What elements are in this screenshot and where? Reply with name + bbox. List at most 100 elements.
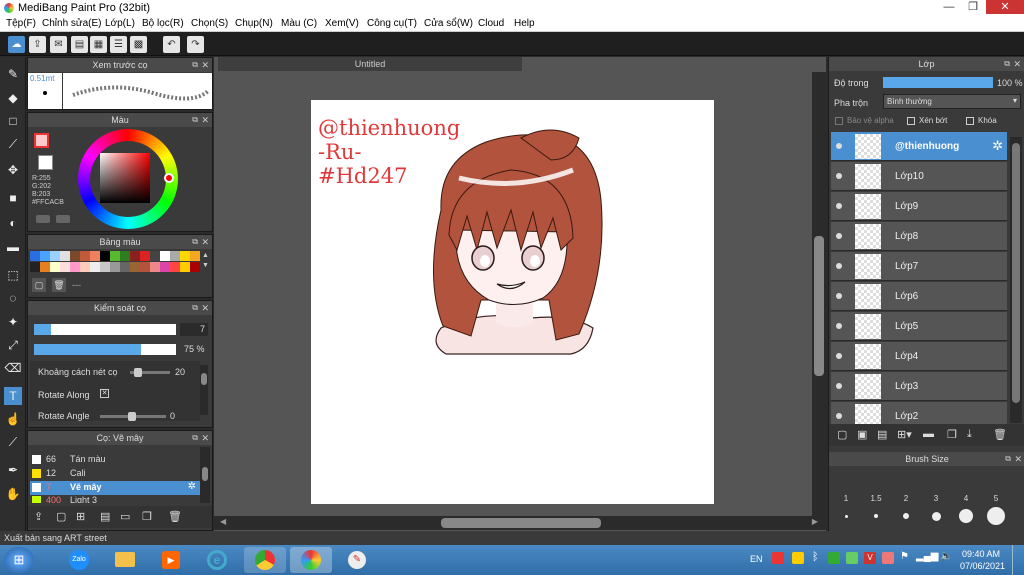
layer-row[interactable]: Lớp2: [831, 402, 1007, 424]
brush-size-option[interactable]: 5: [981, 466, 1011, 528]
palette-swatch[interactable]: [140, 251, 150, 261]
duplicate-icon[interactable]: ❐: [142, 510, 152, 523]
list-icon[interactable]: ☰: [110, 36, 127, 53]
palette-swatch[interactable]: [50, 262, 60, 272]
language-indicator[interactable]: EN: [750, 554, 763, 564]
rotate-angle-slider[interactable]: [100, 412, 166, 421]
eye-icon[interactable]: [836, 323, 842, 329]
merge-down-icon[interactable]: ⤓: [967, 428, 972, 441]
eye-icon[interactable]: [836, 293, 842, 299]
add-layer-menu-icon[interactable]: ⊞▾: [897, 428, 912, 441]
menu-view[interactable]: Xem(V): [325, 18, 359, 29]
brush-item[interactable]: 400 Light 3: [30, 495, 196, 503]
select-tool-icon[interactable]: ⬚: [4, 266, 22, 284]
magic-wand-icon[interactable]: ✦: [4, 313, 22, 331]
close-button[interactable]: ✕: [986, 0, 1024, 14]
palette-swatch[interactable]: [50, 251, 60, 261]
brush-item-selected[interactable]: 7 Vẽ mây ✲: [30, 481, 200, 495]
eye-icon[interactable]: [836, 143, 842, 149]
tray-icon[interactable]: [772, 552, 784, 564]
clock-date[interactable]: 07/06/2021: [960, 561, 1005, 571]
hue-handle[interactable]: [164, 173, 174, 183]
palette-swatch[interactable]: [160, 262, 170, 272]
share-icon[interactable]: ⇪: [29, 36, 46, 53]
clipping-checkbox[interactable]: [907, 117, 915, 125]
menu-file[interactable]: Tệp(F): [6, 18, 36, 29]
layer-row[interactable]: Lớp10: [831, 162, 1007, 191]
palette-swatch[interactable]: [80, 251, 90, 261]
eye-icon[interactable]: [836, 233, 842, 239]
palette-swatch[interactable]: [190, 251, 200, 261]
close-icon[interactable]: ✕: [1014, 452, 1022, 466]
palette-swatch[interactable]: [180, 251, 190, 261]
palette-swatch[interactable]: [170, 262, 180, 272]
palette-swatch[interactable]: [70, 251, 80, 261]
palette-swatch[interactable]: [120, 262, 130, 272]
close-icon[interactable]: ✕: [201, 113, 209, 127]
background-color-swatch[interactable]: [38, 155, 53, 170]
color-mode-button-2[interactable]: [56, 215, 70, 223]
palette-swatch[interactable]: [70, 262, 80, 272]
new-8bit-layer-icon[interactable]: ▤: [877, 428, 887, 441]
color-wheel[interactable]: [78, 129, 178, 229]
scrollbar[interactable]: [200, 365, 208, 415]
close-icon[interactable]: ✕: [1013, 57, 1021, 71]
clock-time[interactable]: 09:40 AM: [962, 549, 1000, 559]
palette-swatch[interactable]: [60, 251, 70, 261]
file-explorer-app[interactable]: [104, 547, 146, 573]
tray-icon[interactable]: [846, 552, 858, 564]
menu-capture[interactable]: Chụp(N): [235, 18, 273, 29]
palette-swatch[interactable]: [90, 262, 100, 272]
internet-explorer-app[interactable]: e: [196, 547, 238, 573]
close-icon[interactable]: ✕: [201, 58, 209, 72]
layer-row[interactable]: @thienhuong ✲: [831, 132, 1007, 161]
brush-size-option[interactable]: 4: [951, 466, 981, 528]
brush-size-option[interactable]: 2: [891, 466, 921, 528]
eye-icon[interactable]: [836, 383, 842, 389]
volume-icon[interactable]: 🔈: [940, 551, 952, 562]
protect-alpha-checkbox[interactable]: [835, 117, 843, 125]
new-palette-icon[interactable]: ▢: [32, 278, 46, 292]
brush-item[interactable]: 66 Tán màu: [30, 453, 196, 467]
palette-swatch[interactable]: [110, 262, 120, 272]
tray-icon[interactable]: [792, 552, 804, 564]
canvas-paper[interactable]: @thienhuong -Ru- #Hd247: [311, 100, 714, 504]
medibang-app[interactable]: [290, 547, 332, 573]
brush-size-value[interactable]: 7: [180, 323, 208, 336]
palette-swatch[interactable]: [40, 251, 50, 261]
close-icon[interactable]: ✕: [201, 431, 209, 445]
layer-row[interactable]: Lớp3: [831, 372, 1007, 401]
menu-color[interactable]: Màu (C): [281, 18, 317, 29]
network-signal-icon[interactable]: ▂▄▆: [916, 551, 938, 562]
palette-swatch[interactable]: [40, 262, 50, 272]
popout-icon[interactable]: ⧉: [1005, 452, 1011, 466]
layer-row[interactable]: Lớp6: [831, 282, 1007, 311]
bucket-tool-icon[interactable]: ◐: [4, 214, 22, 232]
tray-icon[interactable]: [828, 552, 840, 564]
popout-icon[interactable]: ⧉: [1004, 57, 1010, 71]
saturation-square[interactable]: [100, 153, 150, 203]
new-halftone-layer-icon[interactable]: ▣: [857, 428, 867, 441]
gradient-tool-icon[interactable]: ▬: [4, 238, 22, 256]
popout-icon[interactable]: ⧉: [192, 113, 198, 127]
rect-tool-icon[interactable]: □: [4, 112, 22, 130]
operation-tool-icon[interactable]: ☝: [4, 410, 22, 428]
restore-button[interactable]: ❐: [962, 0, 984, 14]
palette-swatch[interactable]: [140, 262, 150, 272]
zalo-app[interactable]: Zalo: [58, 547, 100, 573]
menu-cloud[interactable]: Cloud: [478, 18, 504, 29]
palette-swatch[interactable]: [100, 262, 110, 272]
scrollbar[interactable]: [200, 447, 210, 503]
color-mode-button[interactable]: [36, 215, 50, 223]
popout-icon[interactable]: ⧉: [192, 431, 198, 445]
menu-edit[interactable]: Chỉnh sửa(E): [42, 18, 102, 29]
layer-opacity-slider[interactable]: [883, 77, 993, 88]
palette-swatch[interactable]: [80, 262, 90, 272]
palette-swatch[interactable]: [150, 262, 160, 272]
new-layer-icon[interactable]: ▢: [837, 428, 847, 441]
palette-swatch[interactable]: [120, 251, 130, 261]
menu-select[interactable]: Chọn(S): [191, 18, 228, 29]
delete-layer-icon[interactable]: 🗑: [993, 428, 1007, 441]
brush-settings-icon[interactable]: ▤: [100, 510, 110, 523]
menu-layer[interactable]: Lớp(L): [105, 18, 135, 29]
